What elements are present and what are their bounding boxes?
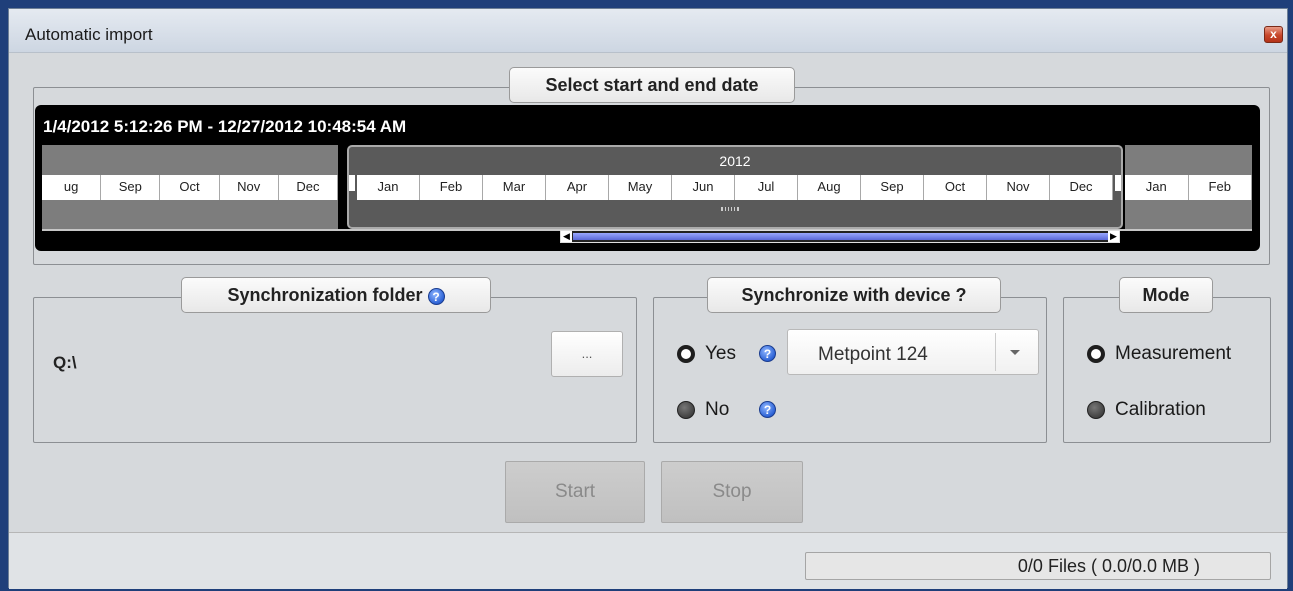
browse-folder-button[interactable]: ... [551, 331, 623, 377]
month-cell[interactable]: Oct [160, 175, 220, 200]
timeline-next-year[interactable]: Jan Feb [1125, 145, 1252, 229]
automatic-import-window: Automatic import x Select start and end … [8, 8, 1288, 589]
month-cell[interactable]: May [609, 175, 672, 200]
stop-button[interactable]: Stop [661, 461, 803, 523]
month-cell[interactable]: ug [42, 175, 102, 200]
month-cell[interactable]: Jun [672, 175, 735, 200]
timeline-scrollbar[interactable]: ◀ ▶ [560, 230, 1120, 243]
timeline-grip-icon[interactable] [721, 207, 739, 211]
month-cell[interactable]: Jul [735, 175, 798, 200]
month-cell[interactable]: Nov [220, 175, 279, 200]
month-cell[interactable]: Jan [357, 175, 420, 200]
dropdown-separator [995, 333, 996, 371]
sync-yes-label[interactable]: Yes [705, 343, 736, 365]
month-cell[interactable]: Nov [987, 175, 1050, 200]
chevron-down-icon[interactable] [1010, 350, 1020, 355]
month-cell[interactable]: Feb [1189, 175, 1252, 200]
month-cell[interactable]: Feb [420, 175, 483, 200]
date-range-text: 1/4/2012 5:12:26 PM - 12/27/2012 10:48:5… [43, 117, 407, 136]
range-end-handle[interactable] [1115, 175, 1121, 191]
device-select[interactable]: Metpoint 124 [787, 329, 1039, 375]
timeline-previous-year[interactable]: ug Sep Oct Nov Dec [42, 145, 339, 229]
month-cell[interactable]: Mar [483, 175, 546, 200]
next-year-months: Jan Feb [1125, 175, 1252, 200]
device-select-value: Metpoint 124 [818, 344, 928, 365]
window-title: Automatic import [25, 25, 153, 44]
month-cell[interactable]: Dec [1050, 175, 1113, 200]
month-cell[interactable]: Apr [546, 175, 609, 200]
mode-calibration-radio[interactable] [1087, 401, 1105, 419]
sync-no-label[interactable]: No [705, 399, 729, 421]
scroll-right-icon[interactable]: ▶ [1108, 231, 1119, 242]
sync-no-radio[interactable] [677, 401, 695, 419]
title-bar[interactable]: Automatic import x [9, 9, 1287, 53]
start-button[interactable]: Start [505, 461, 645, 523]
month-cell[interactable]: Jan [1125, 175, 1189, 200]
sync-yes-radio[interactable] [677, 345, 695, 363]
close-icon: x [1270, 27, 1277, 41]
sync-folder-path: Q:\ [53, 353, 77, 372]
help-icon[interactable]: ? [759, 401, 776, 418]
mode-measurement-radio[interactable] [1087, 345, 1105, 363]
files-progress-status: 0/0 Files ( 0.0/0.0 MB ) [805, 552, 1271, 580]
previous-year-months: ug Sep Oct Nov Dec [42, 175, 339, 200]
status-bar: 0/0 Files ( 0.0/0.0 MB ) [9, 532, 1287, 589]
mode-legend: Mode [1119, 277, 1213, 313]
scroll-left-icon[interactable]: ◀ [561, 231, 572, 242]
month-cell[interactable]: Aug [798, 175, 861, 200]
timeline-selected-year[interactable]: 2012 Jan Feb Mar Apr May Jun Jul Aug Sep… [347, 145, 1123, 229]
mode-frame [1063, 297, 1271, 443]
scrollbar-thumb[interactable] [573, 233, 1108, 240]
help-icon[interactable]: ? [427, 287, 445, 305]
sync-folder-frame [33, 297, 637, 443]
sync-folder-legend-text: Synchronization folder [227, 285, 423, 305]
date-range-legend: Select start and end date [509, 67, 795, 103]
sync-device-legend: Synchronize with device ? [707, 277, 1001, 313]
sync-folder-legend: Synchronization folder ? [181, 277, 491, 313]
mode-measurement-label[interactable]: Measurement [1115, 343, 1231, 365]
mode-calibration-label[interactable]: Calibration [1115, 399, 1206, 421]
help-icon[interactable]: ? [759, 345, 776, 362]
close-button[interactable]: x [1264, 26, 1283, 43]
date-range-timeline[interactable]: 1/4/2012 5:12:26 PM - 12/27/2012 10:48:5… [35, 105, 1260, 251]
month-cell[interactable]: Sep [101, 175, 161, 200]
year-label: 2012 [719, 153, 751, 169]
month-cell[interactable]: Sep [861, 175, 924, 200]
month-cell[interactable]: Dec [279, 175, 339, 200]
selected-year-months: Jan Feb Mar Apr May Jun Jul Aug Sep Oct … [357, 175, 1113, 200]
range-start-handle[interactable] [349, 175, 355, 191]
month-cell[interactable]: Oct [924, 175, 987, 200]
